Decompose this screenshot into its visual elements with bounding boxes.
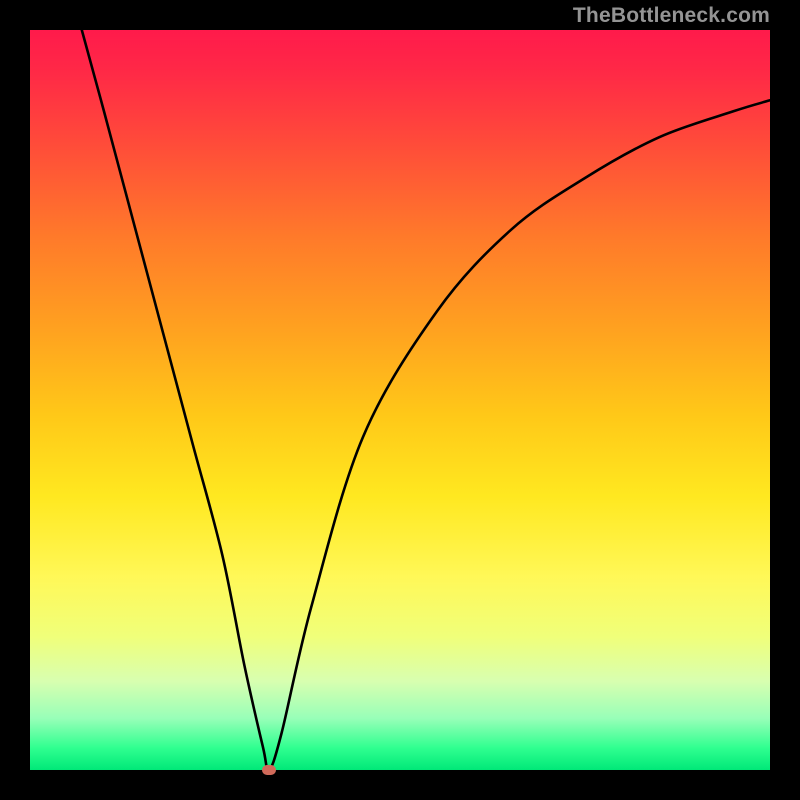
plot-area bbox=[30, 30, 770, 770]
watermark-text: TheBottleneck.com bbox=[573, 4, 770, 28]
chart-frame: TheBottleneck.com bbox=[0, 0, 800, 800]
bottleneck-curve bbox=[82, 30, 770, 770]
curve-svg bbox=[30, 30, 770, 770]
marker-dot bbox=[262, 765, 276, 775]
